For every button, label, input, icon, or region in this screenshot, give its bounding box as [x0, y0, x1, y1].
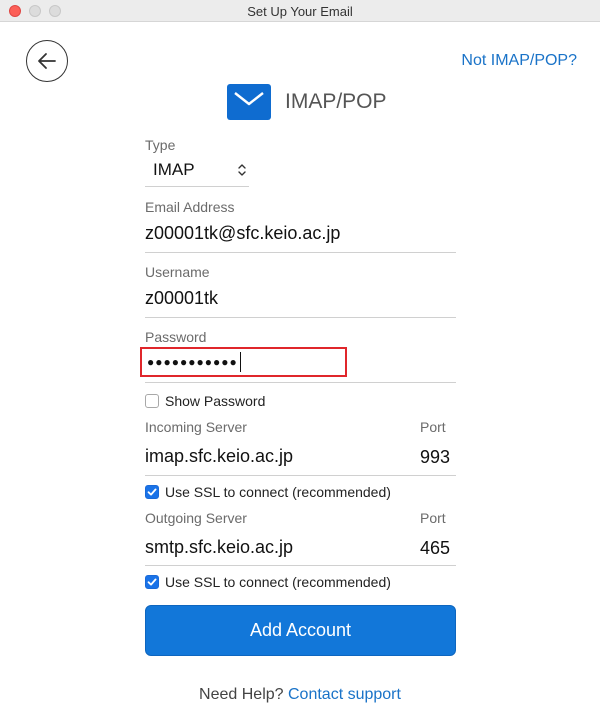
add-account-button[interactable]: Add Account: [145, 605, 456, 656]
text-caret: [239, 352, 241, 372]
show-password-checkbox[interactable]: Show Password: [145, 393, 265, 409]
checkmark-icon: [145, 575, 159, 589]
back-button[interactable]: [26, 40, 68, 82]
need-help-text: Need Help?: [199, 686, 284, 703]
password-field[interactable]: ●●●●●●●●●●●: [140, 347, 347, 377]
incoming-underline: [145, 475, 456, 476]
type-label: Type: [145, 137, 176, 153]
password-underline: [145, 382, 456, 383]
title-bar: Set Up Your Email: [0, 0, 600, 22]
page-title: IMAP/POP: [285, 90, 387, 113]
password-value: ●●●●●●●●●●●: [147, 355, 238, 369]
incoming-ssl-checkbox[interactable]: Use SSL to connect (recommended): [145, 484, 391, 500]
outgoing-port-label: Port: [420, 510, 446, 526]
type-select-value: IMAP: [153, 160, 195, 179]
email-field[interactable]: z00001tk@sfc.keio.ac.jp: [145, 223, 340, 244]
outgoing-port-field[interactable]: 465: [420, 538, 450, 559]
checkmark-icon: [145, 485, 159, 499]
help-row: Need Help? Contact support: [0, 686, 600, 704]
incoming-server-field[interactable]: imap.sfc.keio.ac.jp: [145, 446, 293, 467]
incoming-ssl-label: Use SSL to connect (recommended): [165, 484, 391, 500]
incoming-port-field[interactable]: 993: [420, 447, 450, 468]
outgoing-server-label: Outgoing Server: [145, 510, 247, 526]
password-label: Password: [145, 329, 207, 345]
outgoing-ssl-checkbox[interactable]: Use SSL to connect (recommended): [145, 574, 391, 590]
incoming-server-label: Incoming Server: [145, 419, 247, 435]
envelope-icon: [227, 84, 271, 120]
username-label: Username: [145, 264, 210, 280]
show-password-label: Show Password: [165, 393, 266, 409]
email-label: Email Address: [145, 199, 235, 215]
contact-support-link[interactable]: Contact support: [288, 686, 401, 703]
outgoing-underline: [145, 565, 456, 566]
incoming-port-label: Port: [420, 419, 446, 435]
email-underline: [145, 252, 456, 253]
username-field[interactable]: z00001tk: [145, 288, 218, 309]
chevron-updown-icon: [238, 164, 246, 176]
type-select[interactable]: IMAP: [145, 154, 249, 187]
back-arrow-icon: [38, 53, 56, 69]
outgoing-ssl-label: Use SSL to connect (recommended): [165, 574, 391, 590]
not-imap-pop-link[interactable]: Not IMAP/POP?: [461, 52, 577, 70]
username-underline: [145, 317, 456, 318]
window-title: Set Up Your Email: [247, 4, 353, 19]
checkbox-unchecked-icon: [145, 394, 159, 408]
outgoing-server-field[interactable]: smtp.sfc.keio.ac.jp: [145, 537, 293, 558]
